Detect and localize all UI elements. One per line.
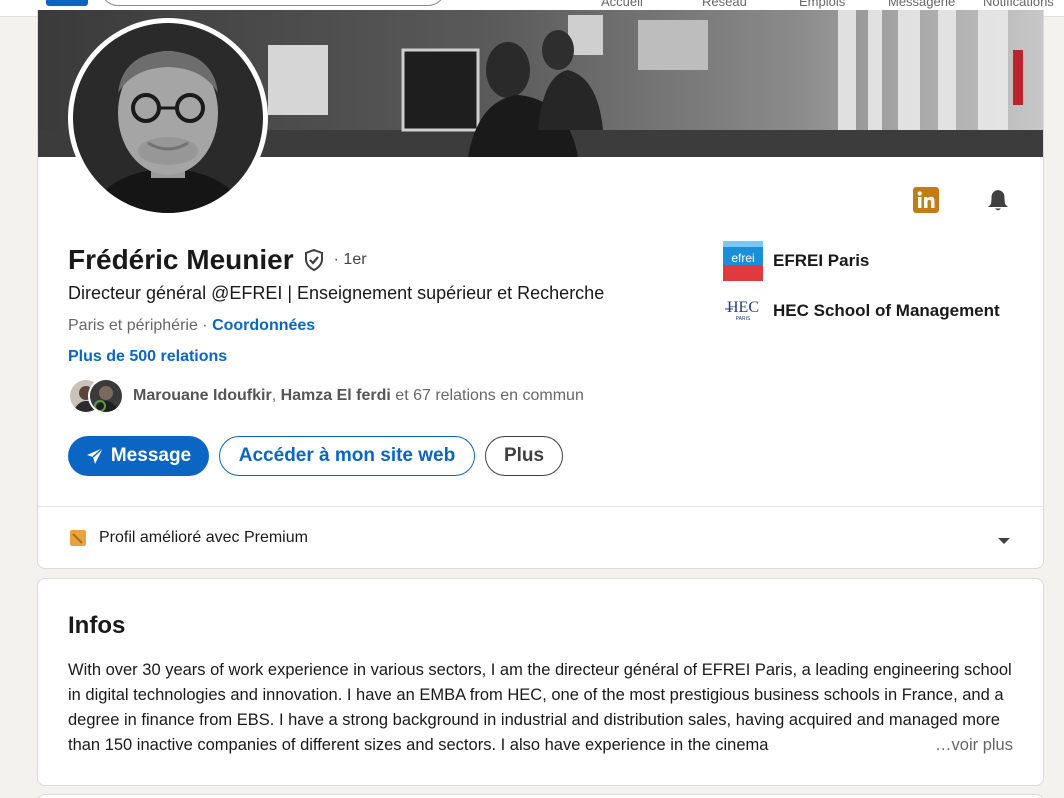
connections-link[interactable]: Plus de 500 relations [68, 348, 227, 366]
svg-text:PARIS: PARIS [736, 316, 751, 322]
org-hec[interactable]: HEC PARIS HEC School of Management [723, 291, 1000, 331]
profile-location: Paris et périphérie [68, 317, 198, 334]
mutual-name-1[interactable]: Marouane Idoufkir [133, 387, 272, 404]
next-card [37, 794, 1044, 798]
svg-text:HEC: HEC [727, 299, 759, 316]
about-text: With over 30 years of work experience in… [68, 661, 1012, 754]
about-title: Infos [68, 612, 126, 639]
profile-photo[interactable] [68, 18, 268, 218]
nav-jobs[interactable]: Emplois [799, 0, 845, 9]
contact-info-link[interactable]: Coordonnées [212, 317, 315, 334]
more-button[interactable]: Plus [485, 436, 563, 476]
profile-headline: Directeur général @EFREI | Enseignement … [68, 283, 605, 303]
shield-check-icon[interactable] [302, 248, 326, 272]
premium-label: Profil amélioré avec Premium [99, 529, 308, 546]
profile-name-row: Frédéric Meunier · 1er [68, 244, 367, 276]
profile-name: Frédéric Meunier [68, 244, 294, 275]
profile-actions: Message Accéder à mon site web Plus [68, 436, 563, 476]
bell-icon[interactable] [984, 186, 1012, 214]
see-more-link[interactable]: …voir plus [897, 733, 1013, 758]
message-button-label: Message [110, 445, 192, 466]
connection-degree: · 1er [333, 251, 367, 268]
nav-messaging[interactable]: Messagerie [888, 0, 955, 9]
hec-logo-icon: HEC PARIS [723, 291, 763, 331]
efrei-logo-icon: efrei [723, 241, 763, 281]
website-button[interactable]: Accéder à mon site web [219, 436, 475, 476]
nav-home[interactable]: Accueil [601, 0, 643, 9]
linkedin-icon[interactable] [912, 186, 940, 214]
svg-text:efrei: efrei [731, 251, 754, 265]
org-name: EFREI Paris [773, 251, 870, 270]
premium-section[interactable]: Profil amélioré avec Premium [38, 506, 1043, 568]
profile-card: Frédéric Meunier · 1er Directeur général… [37, 10, 1044, 569]
mutual-connections[interactable]: Marouane Idoufkir, Hamza El ferdi et 67 … [68, 378, 584, 414]
linkedin-logo-icon[interactable] [46, 0, 88, 6]
organizations: efrei EFREI Paris HEC PARIS HEC School o… [723, 241, 1000, 341]
about-card: Infos With over 30 years of work experie… [37, 578, 1044, 786]
mutual-separator: , [271, 387, 281, 404]
org-efrei[interactable]: efrei EFREI Paris [723, 241, 1000, 281]
search-input[interactable] [100, 0, 446, 6]
message-button[interactable]: Message [68, 436, 209, 476]
chevron-down-icon[interactable] [997, 533, 1011, 551]
mutual-avatar [88, 378, 124, 414]
location-separator: · [197, 317, 213, 334]
premium-icon [70, 530, 86, 546]
mutual-rest: et 67 relations en commun [390, 387, 584, 404]
nav-network[interactable]: Réseau [702, 0, 747, 9]
nav-notifications[interactable]: Notifications [983, 0, 1054, 9]
org-name: HEC School of Management [773, 301, 1000, 320]
location-row: Paris et périphérie · Coordonnées [68, 317, 315, 335]
paper-plane-icon [86, 447, 104, 465]
mutual-name-2[interactable]: Hamza El ferdi [281, 387, 391, 404]
